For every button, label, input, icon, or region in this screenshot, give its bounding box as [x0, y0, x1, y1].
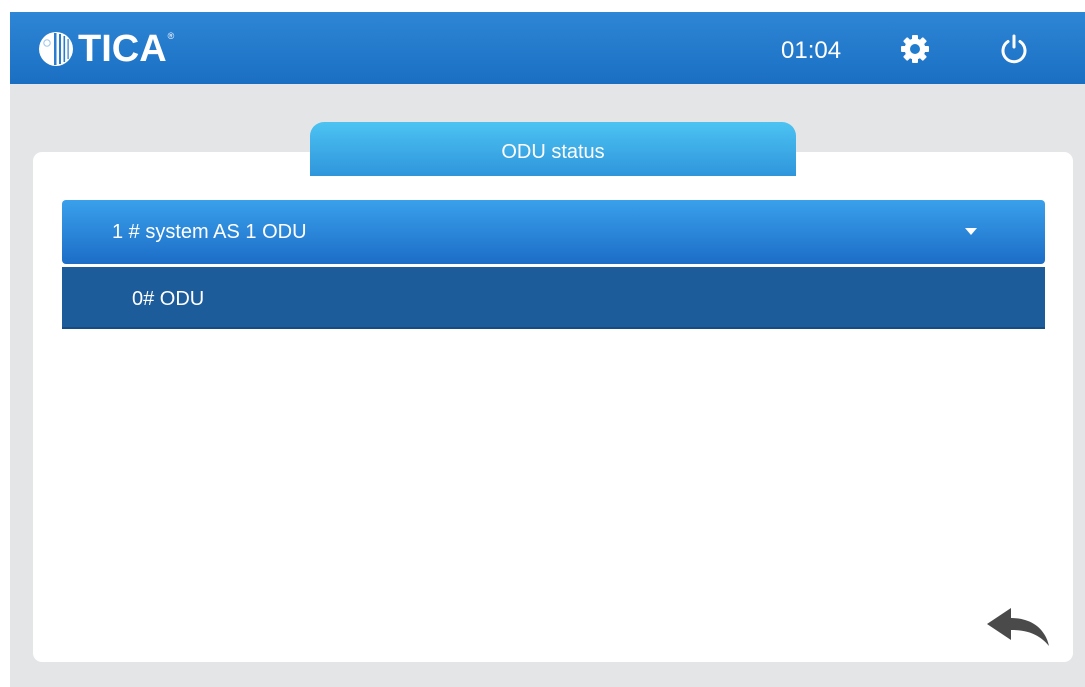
- power-icon: [1001, 34, 1027, 64]
- registered-mark: ®: [167, 31, 175, 41]
- dropdown-option-label: 0# ODU: [132, 288, 205, 310]
- settings-button[interactable]: [898, 32, 932, 66]
- back-arrow-icon: [987, 608, 1049, 646]
- back-button[interactable]: [985, 606, 1051, 648]
- clock: 01:04: [781, 37, 842, 64]
- power-button[interactable]: [997, 32, 1031, 66]
- chevron-down-icon: [965, 228, 977, 235]
- system-dropdown[interactable]: 1 # system AS 1 ODU: [62, 200, 1045, 264]
- top-bar: TICA ® 01:04: [10, 12, 1085, 84]
- logo-mark-icon: [39, 32, 73, 66]
- tab-odu-status[interactable]: ODU status: [310, 122, 796, 176]
- gear-icon: [901, 35, 929, 63]
- logo-text: TICA: [78, 28, 167, 70]
- screen: TICA ® 01:04 ODU status 1 # system AS 1 …: [10, 12, 1085, 687]
- dropdown-option-odu[interactable]: 0# ODU: [62, 267, 1045, 329]
- dropdown-selected-label: 1 # system AS 1 ODU: [112, 221, 307, 243]
- tica-logo: TICA ®: [38, 29, 174, 69]
